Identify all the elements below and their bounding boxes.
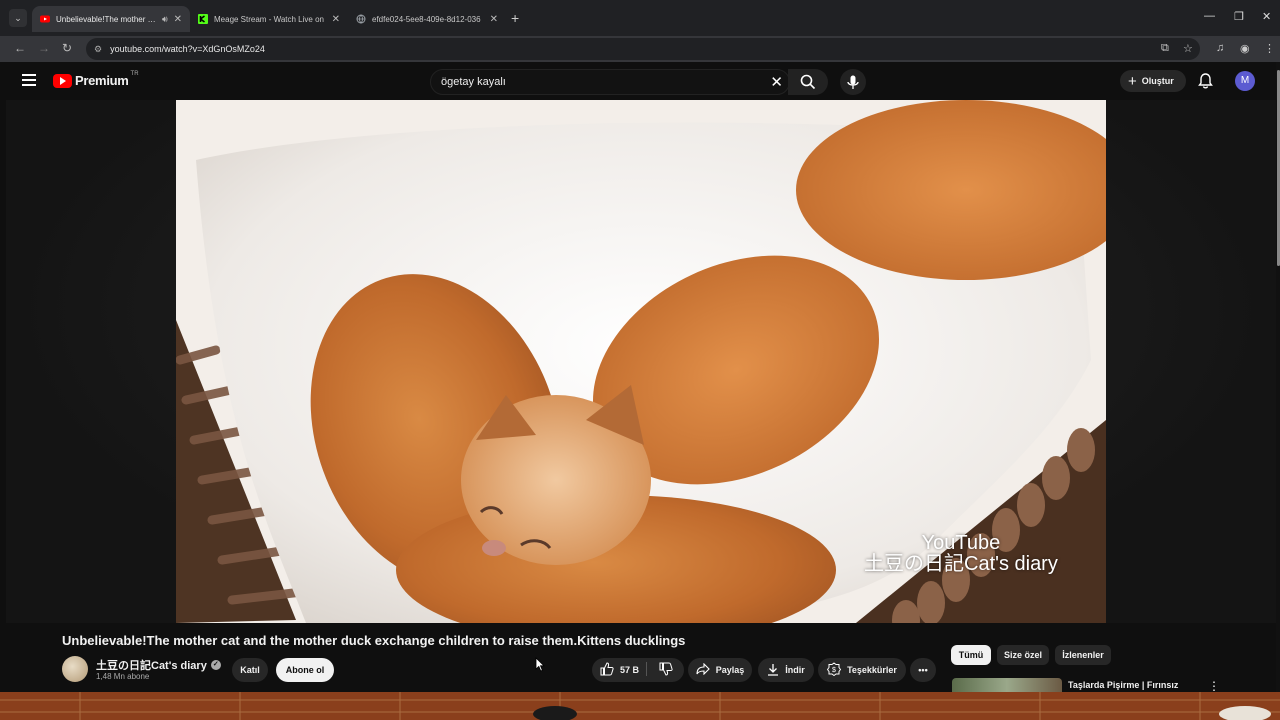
like-dislike-group: 57 B (592, 658, 684, 682)
search-query: ögetay kayalı (441, 76, 506, 88)
close-tab-icon[interactable]: ✕ (332, 14, 340, 25)
more-horizontal-icon: ••• (918, 665, 928, 675)
speaker-icon[interactable]: 🔊︎ (162, 14, 168, 25)
close-tab-icon[interactable]: ✕ (490, 14, 498, 25)
search-button[interactable] (788, 69, 828, 95)
join-label: Katıl (240, 665, 260, 675)
tab-kick[interactable]: Meage Stream - Watch Live on ✕ (190, 6, 348, 32)
create-button[interactable]: + Oluştur (1120, 70, 1186, 92)
menu-icon[interactable] (22, 74, 36, 86)
chip-label: Tümü (958, 650, 984, 660)
account-avatar[interactable]: M (1235, 71, 1255, 91)
youtube-play-icon (53, 73, 72, 88)
verified-badge-icon: ✓ (210, 660, 221, 670)
like-icon[interactable] (600, 662, 614, 678)
mouse-cursor-icon (535, 657, 545, 672)
video-title: Unbelievable!The mother cat and the moth… (62, 633, 686, 648)
recommended-video-thumbnail[interactable] (952, 678, 1062, 692)
chip-all[interactable]: Tümü (951, 645, 991, 665)
tab-page[interactable]: efdfe024-5ee8-409e-8d12-036 ✕ (348, 6, 506, 32)
restore-icon[interactable]: ❐ (1234, 10, 1244, 23)
share-icon (696, 662, 710, 677)
tab-title: Meage Stream - Watch Live on (214, 14, 324, 24)
youtube-watermark: YouTube 土豆の日記Cat's diary (864, 533, 1058, 575)
install-app-icon[interactable]: ⧉ (1161, 42, 1169, 55)
dislike-icon[interactable] (659, 662, 673, 678)
desktop-background (0, 692, 1280, 720)
bookmark-star-icon[interactable]: ☆ (1183, 42, 1193, 55)
plus-icon: + (1128, 72, 1137, 90)
media-control-icon[interactable]: ♫ (1216, 42, 1224, 54)
back-arrow-icon[interactable]: ← (14, 41, 26, 55)
globe-icon (356, 14, 366, 24)
search-input[interactable]: ögetay kayalı ✕ (430, 69, 790, 95)
video-player[interactable]: YouTube 土豆の日記Cat's diary (176, 100, 1106, 623)
more-vertical-icon[interactable]: ⋮ (1208, 679, 1220, 693)
address-bar[interactable]: ⚙︎ youtube.com/watch?v=XdGnOsMZo24 (86, 38, 1200, 60)
chip-watched[interactable]: İzlenenler (1055, 645, 1111, 665)
channel-avatar[interactable] (62, 656, 88, 682)
download-button[interactable]: İndir (758, 658, 814, 682)
browser-toolbar: ← → ↻ ⚙︎ youtube.com/watch?v=XdGnOsMZo24… (0, 36, 1280, 62)
close-tab-icon[interactable]: ✕ (174, 14, 182, 25)
share-button[interactable]: Paylaş (688, 658, 752, 682)
youtube-header: Premium TR ögetay kayalı ✕ + Oluştur M (0, 62, 1280, 100)
download-label: İndir (785, 665, 805, 675)
like-count[interactable]: 57 B (620, 665, 639, 675)
tab-search-button[interactable]: ⌄ (9, 9, 27, 27)
forward-arrow-icon[interactable]: → (38, 41, 50, 55)
voice-search-button[interactable] (840, 69, 866, 95)
tab-title: efdfe024-5ee8-409e-8d12-036 (372, 14, 481, 24)
chip-for-you[interactable]: Size özel (997, 645, 1049, 665)
kick-icon (198, 14, 208, 24)
more-actions-button[interactable]: ••• (910, 658, 936, 682)
thanks-button[interactable]: $ Teşekkürler (818, 658, 906, 682)
tab-youtube[interactable]: Unbelievable!The mother cat and the moth… (32, 6, 190, 32)
subscribe-label: Abone ol (285, 665, 325, 675)
search-icon (800, 74, 816, 90)
join-button[interactable]: Katıl (232, 658, 268, 682)
country-code: TR (130, 70, 139, 77)
close-window-icon[interactable]: ✕ (1262, 10, 1271, 23)
youtube-premium-logo[interactable]: Premium TR (53, 70, 139, 88)
create-label: Oluştur (1141, 76, 1174, 86)
channel-name[interactable]: 土豆の日記Cat's diary (96, 657, 207, 673)
thanks-label: Teşekkürler (847, 665, 897, 675)
url-text: youtube.com/watch?v=XdGnOsMZo24 (110, 44, 265, 54)
download-icon (767, 663, 779, 678)
recommended-video-title[interactable]: Taşlarda Pişirme | Fırınsız (1068, 680, 1178, 690)
browser-tab-bar: ⌄ Unbelievable!The mother cat and the mo… (0, 0, 1280, 36)
minimize-icon[interactable]: — (1204, 10, 1215, 22)
site-info-icon[interactable]: ⚙︎ (94, 44, 102, 55)
logo-text: Premium (75, 73, 129, 88)
chip-label: İzlenenler (1062, 650, 1104, 660)
svg-text:$: $ (832, 667, 836, 674)
subscribe-button[interactable]: Abone ol (276, 658, 334, 682)
channel-name-row[interactable]: 土豆の日記Cat's diary ✓ (96, 657, 221, 673)
clear-search-icon[interactable]: ✕ (770, 73, 783, 91)
watermark-line1: YouTube (921, 532, 1001, 554)
youtube-icon (40, 15, 50, 23)
microphone-icon (847, 75, 859, 89)
new-tab-button[interactable]: + (511, 10, 519, 26)
subscriber-count: 1,48 Mn abone (96, 672, 150, 681)
bell-icon[interactable] (1198, 73, 1213, 89)
thanks-icon: $ (826, 662, 842, 678)
chip-label: Size özel (1003, 650, 1042, 660)
tab-title: Unbelievable!The mother cat and the moth… (56, 14, 158, 24)
like-divider (646, 662, 647, 676)
share-label: Paylaş (715, 665, 745, 675)
board-pattern (0, 692, 1280, 720)
watermark-line2: 土豆の日記Cat's diary (864, 553, 1058, 575)
reload-icon[interactable]: ↻ (62, 41, 72, 55)
profile-icon[interactable]: ◉ (1240, 42, 1250, 55)
browser-menu-icon[interactable]: ⋮ (1264, 42, 1275, 55)
